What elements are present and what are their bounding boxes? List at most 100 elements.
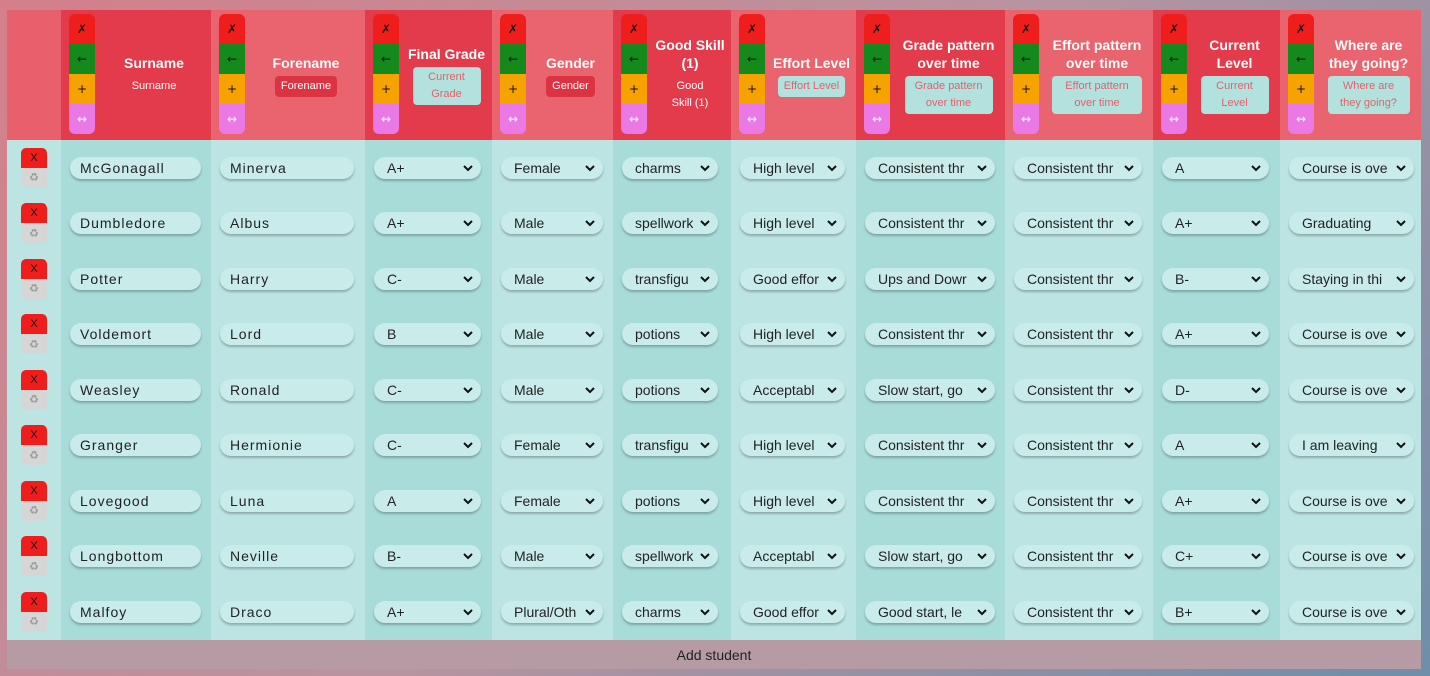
widen-column-icon[interactable]: ↔ [373, 104, 399, 134]
delete-column-icon[interactable]: ✗ [1161, 14, 1187, 44]
surname-input[interactable]: Malfoy [70, 600, 201, 623]
effort-pattern-select[interactable]: Consistent thr [1014, 434, 1142, 457]
forename-input[interactable]: Hermionie [220, 434, 354, 457]
effort-pattern-select[interactable]: Consistent thr [1014, 156, 1142, 179]
delete-column-icon[interactable]: ✗ [739, 14, 765, 44]
good-skill-select[interactable]: charms [622, 600, 718, 623]
final-grade-select[interactable]: B- [374, 545, 481, 568]
current-level-select[interactable]: A [1162, 434, 1269, 457]
where-going-select[interactable]: Course is ove [1289, 323, 1414, 346]
delete-column-icon[interactable]: ✗ [1288, 14, 1314, 44]
final-grade-select[interactable]: C- [374, 434, 481, 457]
grade-pattern-select[interactable]: Slow start, go [865, 378, 995, 401]
gender-select[interactable]: Female [501, 489, 603, 512]
gender-select[interactable]: Female [501, 434, 603, 457]
add-column-icon[interactable]: + [373, 74, 399, 104]
delete-column-icon[interactable]: ✗ [219, 14, 245, 44]
current-level-select[interactable]: B+ [1162, 600, 1269, 623]
recycle-icon[interactable]: ♻ [21, 167, 47, 188]
effort-level-select[interactable]: Good effor [740, 600, 845, 623]
current-level-select[interactable]: A [1162, 156, 1269, 179]
current-level-select[interactable]: A+ [1162, 489, 1269, 512]
move-left-icon[interactable]: ← [1288, 44, 1314, 74]
forename-input[interactable]: Albus [220, 212, 354, 235]
current-level-select[interactable]: D- [1162, 378, 1269, 401]
widen-column-icon[interactable]: ↔ [864, 104, 890, 134]
gender-select[interactable]: Female [501, 156, 603, 179]
effort-level-select[interactable]: High level [740, 489, 845, 512]
add-column-icon[interactable]: + [1288, 74, 1314, 104]
good-skill-select[interactable]: transfigu [622, 267, 718, 290]
gender-select[interactable]: Male [501, 378, 603, 401]
move-left-icon[interactable]: ← [373, 44, 399, 74]
add-column-icon[interactable]: + [69, 74, 95, 104]
widen-column-icon[interactable]: ↔ [621, 104, 647, 134]
where-going-select[interactable]: Course is ove [1289, 156, 1414, 179]
widen-column-icon[interactable]: ↔ [1161, 104, 1187, 134]
current-level-select[interactable]: B- [1162, 267, 1269, 290]
effort-level-select[interactable]: Acceptabl [740, 545, 845, 568]
final-grade-select[interactable]: A+ [374, 212, 481, 235]
effort-pattern-select[interactable]: Consistent thr [1014, 212, 1142, 235]
good-skill-select[interactable]: transfigu [622, 434, 718, 457]
surname-input[interactable]: Weasley [70, 378, 201, 401]
delete-row-icon[interactable]: X [21, 258, 47, 279]
effort-level-select[interactable]: High level [740, 156, 845, 179]
gender-select[interactable]: Male [501, 267, 603, 290]
column-label-input[interactable]: Good Skill (1) [659, 76, 721, 114]
grade-pattern-select[interactable]: Slow start, go [865, 545, 995, 568]
delete-column-icon[interactable]: ✗ [621, 14, 647, 44]
recycle-icon[interactable]: ♻ [21, 500, 47, 521]
recycle-icon[interactable]: ♻ [21, 611, 47, 632]
column-label-input[interactable]: Where are they going? [1327, 76, 1410, 114]
add-column-icon[interactable]: + [739, 74, 765, 104]
add-column-icon[interactable]: + [621, 74, 647, 104]
move-left-icon[interactable]: ← [864, 44, 890, 74]
move-left-icon[interactable]: ← [1013, 44, 1039, 74]
where-going-select[interactable]: I am leaving [1289, 434, 1414, 457]
current-level-select[interactable]: A+ [1162, 323, 1269, 346]
delete-row-icon[interactable]: X [21, 314, 47, 335]
forename-input[interactable]: Ronald [220, 378, 354, 401]
effort-pattern-select[interactable]: Consistent thr [1014, 378, 1142, 401]
column-label-input[interactable]: Forename [274, 75, 338, 97]
effort-pattern-select[interactable]: Consistent thr [1014, 545, 1142, 568]
final-grade-select[interactable]: C- [374, 267, 481, 290]
add-column-icon[interactable]: + [864, 74, 890, 104]
add-column-icon[interactable]: + [1013, 74, 1039, 104]
grade-pattern-select[interactable]: Good start, le [865, 600, 995, 623]
delete-row-icon[interactable]: X [21, 203, 47, 224]
effort-level-select[interactable]: High level [740, 434, 845, 457]
gender-select[interactable]: Male [501, 212, 603, 235]
column-label-input[interactable]: Surname [126, 76, 183, 97]
effort-level-select[interactable]: High level [740, 212, 845, 235]
effort-pattern-select[interactable]: Consistent thr [1014, 267, 1142, 290]
forename-input[interactable]: Harry [220, 267, 354, 290]
final-grade-select[interactable]: A+ [374, 156, 481, 179]
good-skill-select[interactable]: potions [622, 378, 718, 401]
grade-pattern-select[interactable]: Consistent thr [865, 434, 995, 457]
delete-row-icon[interactable]: X [21, 369, 47, 390]
delete-column-icon[interactable]: ✗ [864, 14, 890, 44]
add-student-button[interactable]: Add student [7, 640, 1421, 669]
surname-input[interactable]: Voldemort [70, 323, 201, 346]
grade-pattern-select[interactable]: Consistent thr [865, 212, 995, 235]
surname-input[interactable]: Longbottom [70, 545, 201, 568]
recycle-icon[interactable]: ♻ [21, 556, 47, 577]
surname-input[interactable]: Dumbledore [70, 212, 201, 235]
good-skill-select[interactable]: potions [622, 323, 718, 346]
forename-input[interactable]: Lord [220, 323, 354, 346]
forename-input[interactable]: Draco [220, 600, 354, 623]
final-grade-select[interactable]: A+ [374, 600, 481, 623]
effort-level-select[interactable]: Acceptabl [740, 378, 845, 401]
surname-input[interactable]: Potter [70, 267, 201, 290]
recycle-icon[interactable]: ♻ [21, 223, 47, 244]
recycle-icon[interactable]: ♻ [21, 334, 47, 355]
move-left-icon[interactable]: ← [69, 44, 95, 74]
where-going-select[interactable]: Course is ove [1289, 600, 1414, 623]
current-level-select[interactable]: A+ [1162, 212, 1269, 235]
where-going-select[interactable]: Staying in thi [1289, 267, 1414, 290]
column-label-input[interactable]: Current Level [1200, 76, 1269, 114]
effort-level-select[interactable]: Good effor [740, 267, 845, 290]
widen-column-icon[interactable]: ↔ [1288, 104, 1314, 134]
